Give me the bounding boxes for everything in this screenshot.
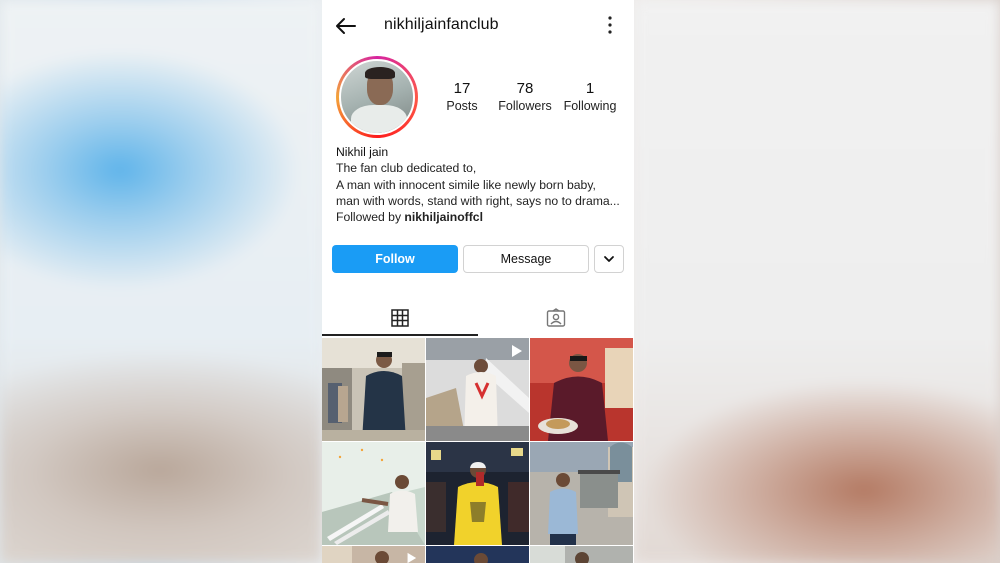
tagged-icon <box>546 308 566 327</box>
message-button[interactable]: Message <box>463 245 589 273</box>
stat-followers-count: 78 <box>516 80 534 97</box>
grid-post-4[interactable] <box>322 442 425 545</box>
follow-button[interactable]: Follow <box>332 245 458 273</box>
profile-tabs <box>322 300 634 336</box>
profile-username: nikhiljainfanclub <box>384 16 499 33</box>
tab-posts-grid[interactable] <box>322 300 478 336</box>
post-photo <box>322 338 425 441</box>
instagram-profile-screen: nikhiljainfanclub 17 Posts 78 Followers … <box>322 0 634 563</box>
grid-post-7[interactable] <box>322 546 425 563</box>
followed-by-prefix: Followed by <box>336 210 405 225</box>
suggestions-dropdown-button[interactable] <box>594 245 624 273</box>
stat-followers[interactable]: 78 Followers <box>496 80 554 115</box>
bio-line: man with words, stand with right, says n… <box>336 193 620 208</box>
grid-post-9[interactable] <box>530 546 633 563</box>
grid-post-8[interactable] <box>426 546 529 563</box>
grid-post-1[interactable] <box>322 338 425 441</box>
grid-icon <box>391 309 409 327</box>
avatar-story-ring[interactable] <box>336 56 418 138</box>
stat-posts[interactable]: 17 Posts <box>442 80 482 115</box>
background-blur-right <box>634 0 1000 563</box>
post-photo <box>530 546 633 563</box>
background-blur-left <box>0 0 322 563</box>
grid-post-3[interactable] <box>530 338 633 441</box>
top-bar: nikhiljainfanclub <box>322 0 634 50</box>
grid-post-6[interactable] <box>530 442 633 545</box>
stat-following-count: 1 <box>585 80 595 97</box>
post-photo <box>530 442 633 545</box>
followed-by-user[interactable]: nikhiljainoffcl <box>404 210 483 224</box>
grid-post-2[interactable] <box>426 338 529 441</box>
bio-line: The fan club dedicated to, <box>336 161 477 176</box>
profile-bio: Nikhil jain The fan club dedicated to, A… <box>336 144 628 225</box>
back-arrow-icon[interactable] <box>334 14 358 38</box>
bio-line: A man with innocent simile like newly bo… <box>336 177 596 192</box>
avatar <box>339 59 415 135</box>
video-play-icon <box>407 552 417 563</box>
active-tab-indicator <box>322 334 478 336</box>
more-options-icon[interactable] <box>606 14 614 36</box>
stat-posts-count: 17 <box>453 80 471 97</box>
tab-tagged[interactable] <box>478 300 634 336</box>
stat-following[interactable]: 1 Following <box>560 80 620 115</box>
video-play-icon <box>512 345 522 357</box>
stat-following-label: Following <box>563 99 617 113</box>
post-photo <box>426 546 529 563</box>
grid-post-5[interactable] <box>426 442 529 545</box>
post-photo <box>426 442 529 545</box>
post-photo <box>322 442 425 545</box>
chevron-down-icon <box>604 256 614 262</box>
followed-by[interactable]: Followed by nikhiljainoffcl <box>336 209 628 225</box>
display-name: Nikhil jain <box>336 145 389 159</box>
post-photo <box>530 338 633 441</box>
stat-posts-label: Posts <box>446 99 478 113</box>
stat-followers-label: Followers <box>498 99 552 113</box>
